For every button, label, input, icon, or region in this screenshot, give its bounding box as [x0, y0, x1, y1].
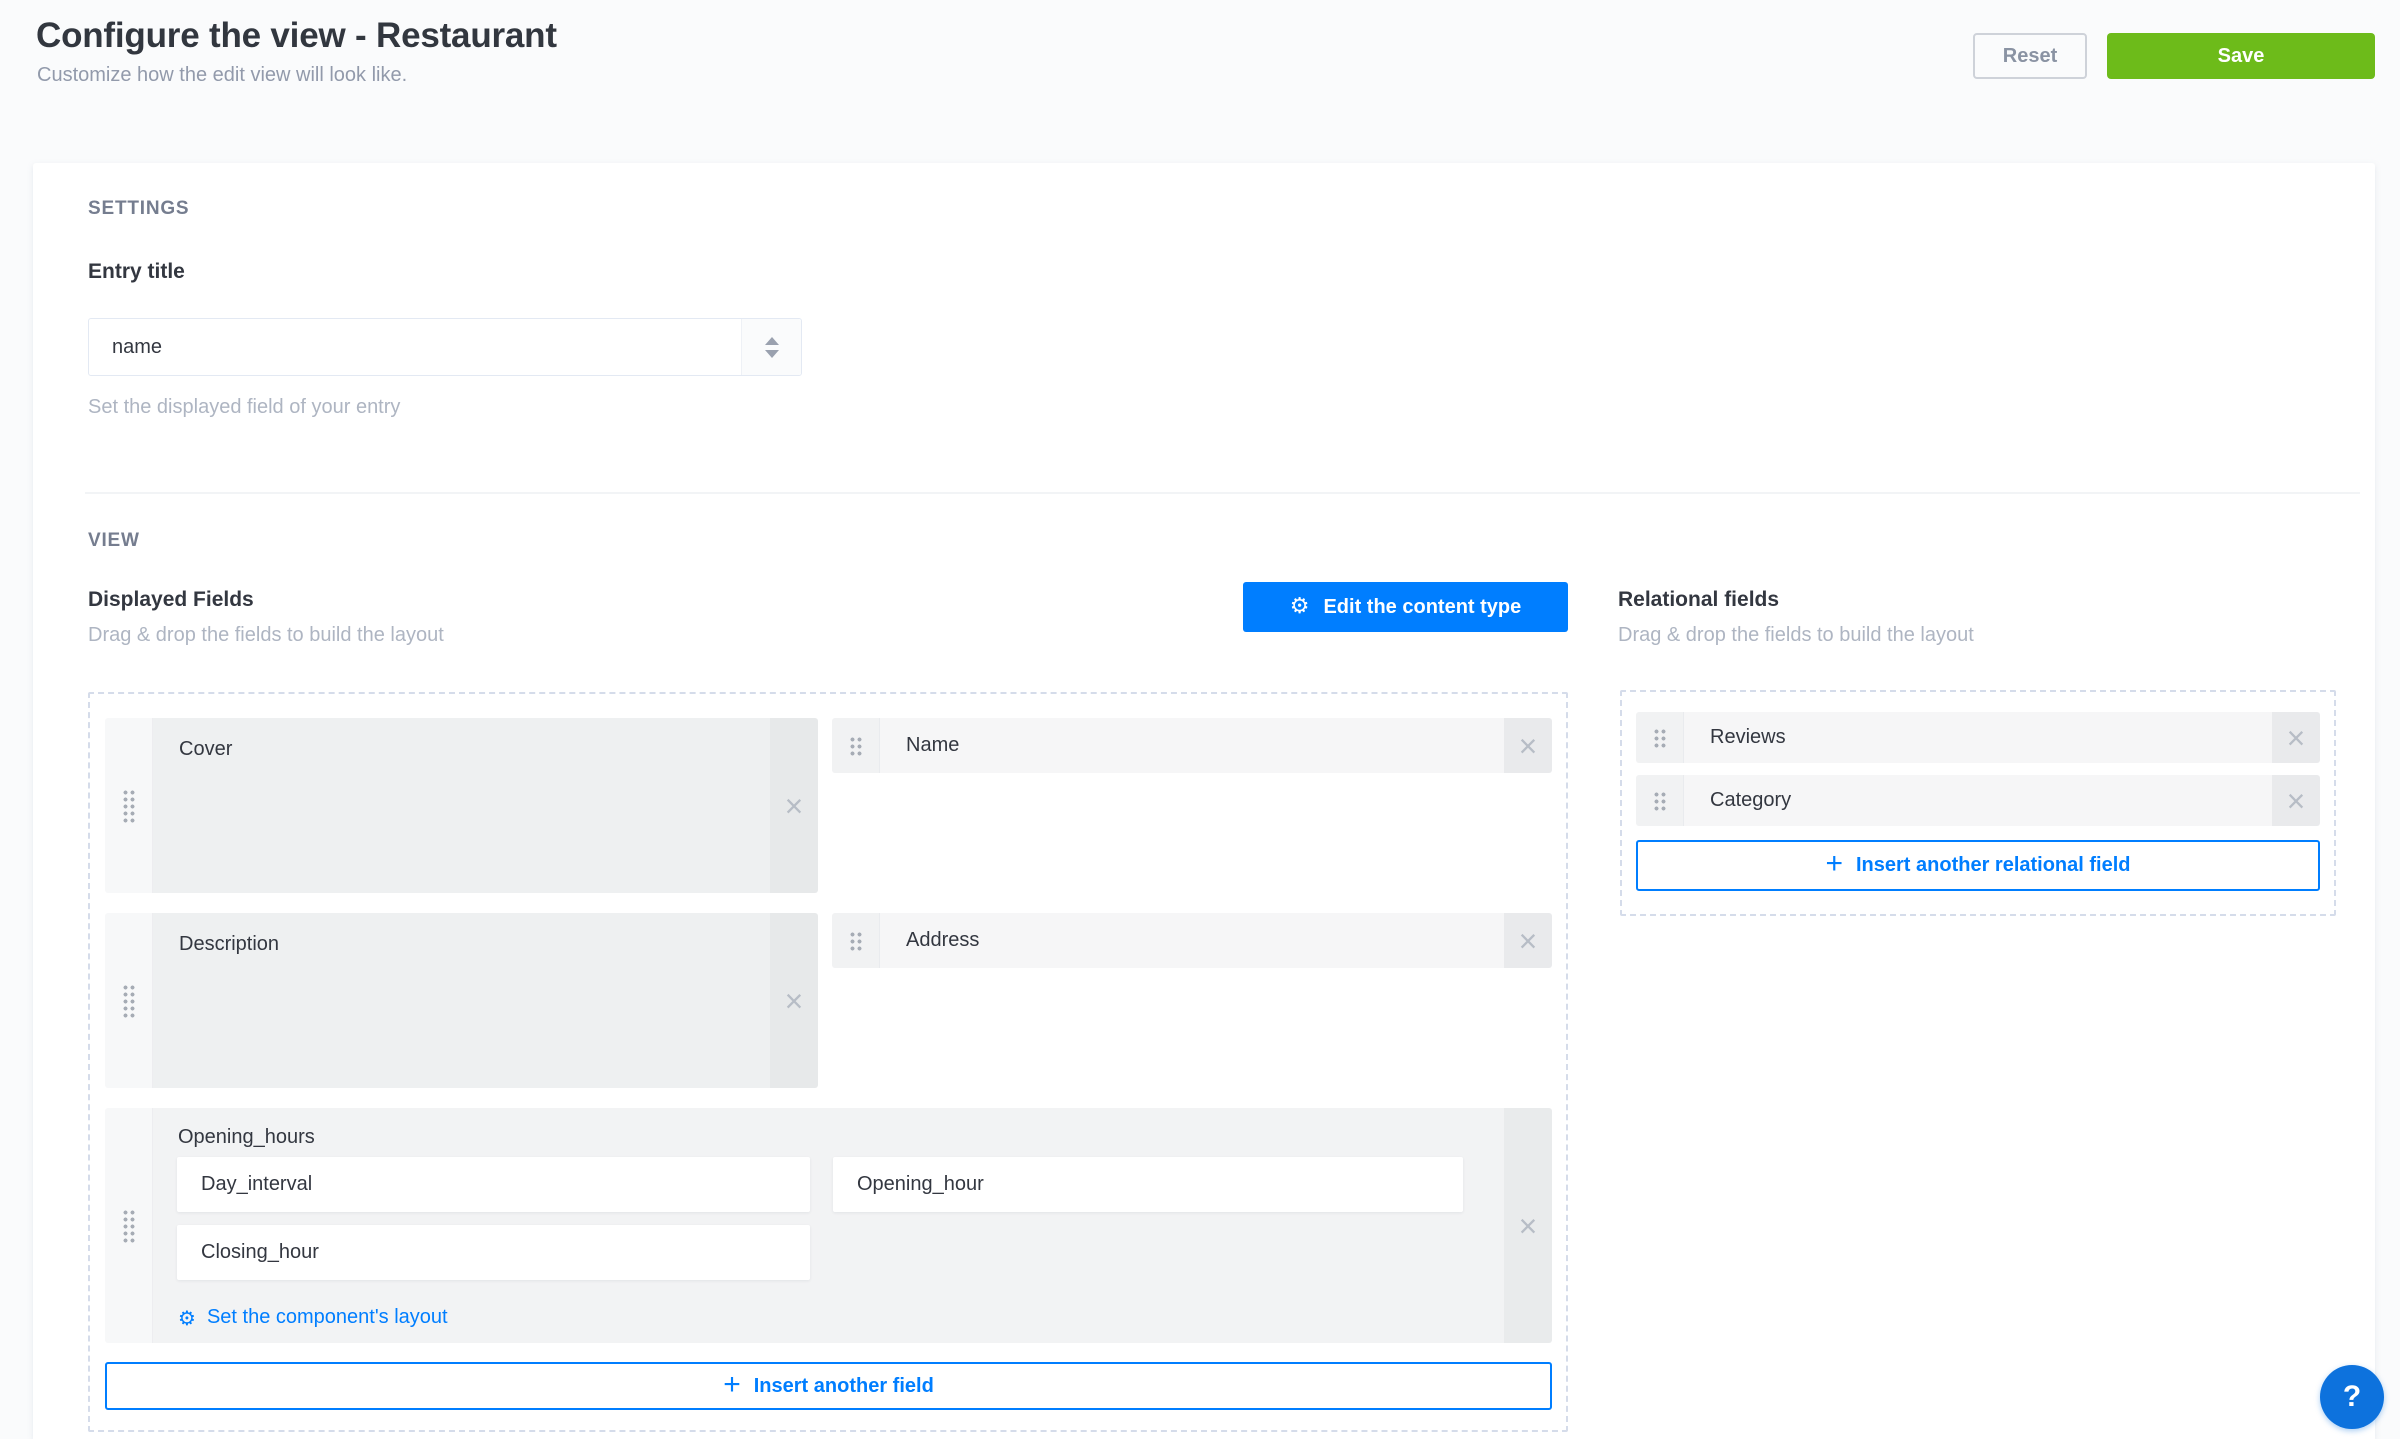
drag-handle-icon: [1653, 791, 1666, 811]
insert-another-field-label: Insert another field: [754, 1375, 934, 1398]
remove-field-button[interactable]: ×: [770, 718, 818, 893]
save-button[interactable]: Save: [2107, 33, 2375, 79]
relational-field-category[interactable]: Category ×: [1636, 775, 2320, 826]
remove-field-button[interactable]: ×: [2272, 712, 2320, 763]
component-opening-hours[interactable]: Opening_hours Day_interval Opening_hour …: [105, 1108, 1552, 1343]
close-icon: ×: [1519, 730, 1538, 762]
remove-field-button[interactable]: ×: [1504, 913, 1552, 968]
entry-title-select-value: name: [89, 336, 741, 359]
field-description[interactable]: Description ×: [105, 913, 818, 1088]
relational-fields-subtitle: Drag & drop the fields to build the layo…: [1618, 624, 1974, 647]
drag-handle[interactable]: [1636, 775, 1684, 826]
remove-field-button[interactable]: ×: [1504, 718, 1552, 773]
drag-handle-icon: [1653, 728, 1666, 748]
relational-fields-title: Relational fields: [1618, 588, 1779, 612]
close-icon: ×: [785, 790, 804, 822]
select-carets: [741, 319, 801, 375]
drag-handle[interactable]: [1636, 712, 1684, 763]
field-label: Description: [153, 913, 770, 1088]
help-button[interactable]: ?: [2320, 1365, 2384, 1429]
drag-handle[interactable]: [105, 1108, 153, 1343]
field-label: Address: [880, 913, 1504, 968]
remove-field-button[interactable]: ×: [770, 913, 818, 1088]
drag-handle[interactable]: [832, 718, 880, 773]
section-divider: [85, 492, 2360, 494]
reset-button[interactable]: Reset: [1973, 33, 2087, 79]
caret-down-icon: [765, 350, 779, 358]
entry-title-label: Entry title: [88, 260, 185, 284]
drag-handle[interactable]: [105, 913, 153, 1088]
close-icon: ×: [2287, 722, 2306, 754]
insert-another-relational-field-button[interactable]: + Insert another relational field: [1636, 840, 2320, 891]
field-address[interactable]: Address ×: [832, 913, 1552, 968]
page-subtitle: Customize how the edit view will look li…: [37, 64, 407, 87]
drag-handle[interactable]: [105, 718, 153, 893]
edit-content-type-label: Edit the content type: [1323, 596, 1521, 619]
close-icon: ×: [1519, 1210, 1538, 1242]
insert-another-relational-field-label: Insert another relational field: [1856, 854, 2131, 877]
relational-field-reviews[interactable]: Reviews ×: [1636, 712, 2320, 763]
drag-handle-icon: [122, 1209, 135, 1243]
displayed-fields-title: Displayed Fields: [88, 588, 254, 612]
field-label: Cover: [153, 718, 770, 893]
drag-handle-icon: [122, 789, 135, 823]
close-icon: ×: [785, 985, 804, 1017]
caret-up-icon: [765, 337, 779, 345]
entry-title-select[interactable]: name: [88, 318, 802, 376]
component-body: Opening_hours Day_interval Opening_hour …: [153, 1108, 1504, 1343]
component-field-opening-hour[interactable]: Opening_hour: [833, 1157, 1463, 1212]
plus-icon: +: [723, 1370, 741, 1400]
close-icon: ×: [2287, 785, 2306, 817]
set-component-layout-link[interactable]: ⚙ Set the component's layout: [178, 1306, 448, 1329]
close-icon: ×: [1519, 925, 1538, 957]
entry-title-help-text: Set the displayed field of your entry: [88, 396, 400, 419]
drag-handle-icon: [849, 931, 862, 951]
configure-view-page: Configure the view - Restaurant Customiz…: [0, 0, 2400, 1439]
set-component-layout-label: Set the component's layout: [207, 1306, 448, 1329]
field-name[interactable]: Name ×: [832, 718, 1552, 773]
displayed-fields-subtitle: Drag & drop the fields to build the layo…: [88, 624, 444, 647]
field-label: Name: [880, 718, 1504, 773]
view-section-label: VIEW: [88, 530, 140, 552]
gear-icon: ⚙: [178, 1308, 196, 1328]
edit-content-type-button[interactable]: ⚙ Edit the content type: [1243, 582, 1568, 632]
drag-handle-icon: [122, 984, 135, 1018]
drag-handle-icon: [849, 736, 862, 756]
drag-handle[interactable]: [832, 913, 880, 968]
field-label: Reviews: [1684, 712, 2272, 763]
component-field-day-interval[interactable]: Day_interval: [177, 1157, 810, 1212]
gear-icon: ⚙: [1290, 596, 1310, 618]
remove-component-button[interactable]: ×: [1504, 1108, 1552, 1343]
insert-another-field-button[interactable]: + Insert another field: [105, 1362, 1552, 1410]
remove-field-button[interactable]: ×: [2272, 775, 2320, 826]
settings-section-label: SETTINGS: [88, 198, 189, 220]
page-title: Configure the view - Restaurant: [36, 16, 557, 56]
field-cover[interactable]: Cover ×: [105, 718, 818, 893]
component-name: Opening_hours: [178, 1126, 315, 1149]
field-label: Category: [1684, 775, 2272, 826]
plus-icon: +: [1825, 849, 1843, 879]
component-field-closing-hour[interactable]: Closing_hour: [177, 1225, 810, 1280]
